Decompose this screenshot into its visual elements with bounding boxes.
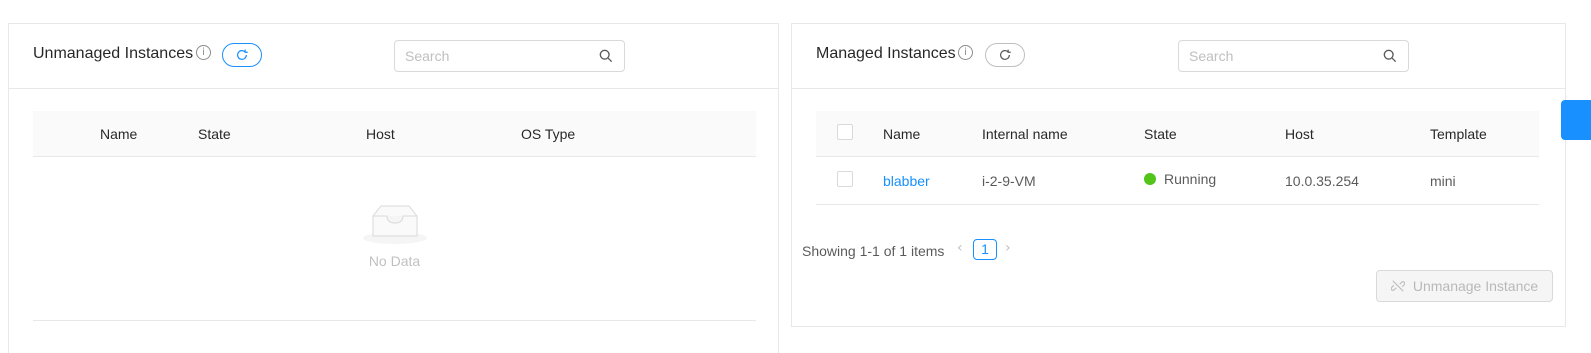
managed-title: Managed Instances: [816, 45, 956, 62]
page-1-button[interactable]: 1: [973, 239, 997, 260]
state-text: Running: [1164, 171, 1217, 187]
managed-table-header: Name Internal name State Host Template: [816, 111, 1539, 157]
table-row[interactable]: blabber i-2-9-VM Running 10.0.35.254 min…: [816, 157, 1539, 205]
state-cell: Running: [1144, 169, 1216, 189]
unmanage-instance-button[interactable]: Unmanage Instance: [1376, 270, 1553, 302]
row-checkbox[interactable]: [837, 171, 853, 187]
reload-icon: [237, 49, 248, 60]
managed-instances-panel: Managed Instances i Name Internal name S…: [791, 23, 1566, 327]
column-internal-name[interactable]: Internal name: [982, 124, 1068, 144]
pagination-summary: Showing 1-1 of 1 items: [802, 243, 945, 259]
side-drawer-tab[interactable]: [1561, 100, 1591, 140]
column-os-type[interactable]: OS Type: [521, 124, 575, 144]
unmanaged-title: Unmanaged Instances: [33, 45, 194, 62]
search-icon[interactable]: [1383, 49, 1397, 63]
no-data-text: No Data: [368, 253, 421, 269]
internal-name: i-2-9-VM: [982, 173, 1036, 189]
select-all-checkbox[interactable]: [837, 124, 853, 140]
unmanaged-search-box: [394, 40, 625, 72]
managed-search-box: [1178, 40, 1409, 72]
status-dot: [1144, 173, 1156, 185]
managed-search-input[interactable]: [1189, 41, 1369, 71]
info-circle-icon[interactable]: i: [196, 45, 211, 60]
managed-panel-header: Managed Instances i: [792, 24, 1565, 89]
unmanaged-table-header: Name State Host OS Type: [33, 111, 756, 157]
disconnect-icon: [1390, 280, 1405, 292]
unmanaged-empty-state: No Data: [33, 157, 756, 321]
reload-icon: [1000, 49, 1011, 60]
column-template[interactable]: Template: [1430, 124, 1487, 144]
column-host[interactable]: Host: [366, 124, 395, 144]
column-state[interactable]: State: [1144, 124, 1177, 144]
search-icon[interactable]: [599, 49, 613, 63]
chevron-right-icon[interactable]: ›: [1005, 240, 1011, 256]
inbox-icon: [363, 205, 427, 244]
column-host[interactable]: Host: [1285, 124, 1314, 144]
unmanaged-panel-header: Unmanaged Instances i: [9, 24, 778, 89]
column-state[interactable]: State: [198, 124, 231, 144]
template-cell: mini: [1430, 173, 1456, 189]
instance-name-link[interactable]: blabber: [883, 171, 930, 191]
host-cell: 10.0.35.254: [1285, 173, 1359, 189]
unmanaged-instances-panel: Unmanaged Instances i Name State Host OS…: [8, 23, 779, 353]
unmanage-label: Unmanage Instance: [1412, 278, 1539, 294]
column-name[interactable]: Name: [100, 124, 137, 144]
chevron-left-icon[interactable]: ‹: [957, 240, 963, 256]
info-circle-icon[interactable]: i: [958, 45, 973, 60]
managed-refresh-button[interactable]: [985, 43, 1025, 67]
unmanaged-search-input[interactable]: [405, 41, 585, 71]
column-name[interactable]: Name: [883, 124, 920, 144]
unmanaged-refresh-button[interactable]: [222, 43, 262, 67]
